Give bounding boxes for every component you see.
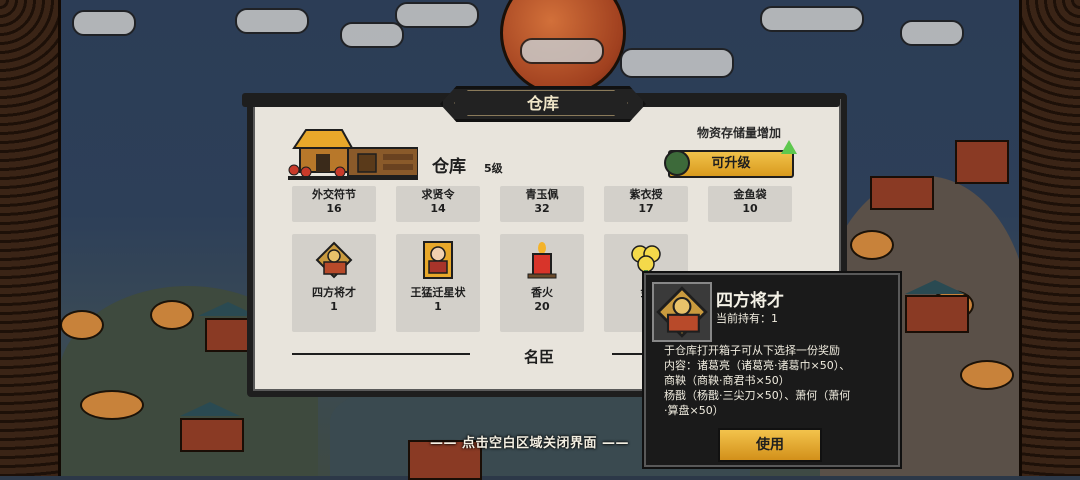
item-cell[interactable]: 外交符节 16 [292, 186, 376, 222]
item-count: 20 [534, 300, 550, 313]
warrior-scroll-icon [656, 286, 708, 338]
panel-title: 仓库 [440, 86, 646, 122]
tooltip-desc-line: ·算盘×50） [664, 404, 724, 417]
tooltip-held-count: 当前持有：1 [716, 312, 778, 325]
item-name: 外交符节 [312, 188, 356, 201]
item-name: 金鱼袋 [733, 188, 767, 201]
roof-decoration [905, 280, 965, 294]
item-cell-selected[interactable]: 四方将才 1 [292, 234, 376, 332]
capacity-increase-text: 物资存储量增加 [697, 126, 782, 140]
item-name: 四方将才 [312, 286, 356, 299]
item-cell[interactable]: 青玉佩 32 [500, 186, 584, 222]
portrait-card-icon [423, 241, 453, 279]
tooltip-desc-line: 商鞅（商鞅·商君书×50） [664, 374, 790, 387]
building-decoration [180, 418, 244, 452]
left-ornamental-frame [0, 0, 61, 476]
item-name: 青玉佩 [525, 188, 559, 201]
arrow-up-icon [781, 140, 797, 154]
item-count: 17 [638, 202, 654, 215]
warehouse-name: 仓库 [432, 157, 466, 177]
item-cell[interactable]: 求贤令 14 [396, 186, 480, 222]
right-ornamental-frame [1019, 0, 1080, 476]
tree-decoration [60, 310, 104, 340]
cloud-decoration [340, 22, 404, 48]
item-cell[interactable]: 王猛迁星状 1 [396, 234, 480, 332]
cloud-decoration [520, 38, 604, 64]
section-label: 名臣 [524, 348, 555, 366]
item-cell[interactable]: 香火 20 [500, 234, 584, 332]
tooltip-item-icon-box [652, 282, 712, 342]
red-candle-icon [527, 242, 557, 279]
item-name: 王猛迁星状 [410, 286, 466, 299]
warehouse-building-icon [288, 129, 418, 180]
item-count: 16 [326, 202, 342, 215]
item-cell[interactable]: 紫衣授 17 [604, 186, 688, 222]
tree-decoration [960, 360, 1014, 390]
tooltip-description: 于仓库打开箱子可从下选择一份奖励 内容：诸葛亮（诸葛亮·诸葛巾×50）、 商鞅（… [664, 343, 890, 418]
item-name: 紫衣授 [629, 188, 663, 201]
tooltip-desc-line: 杨戬（杨戬·三尖刀×50）、萧何（萧何 [664, 389, 851, 402]
section-divider-left [292, 353, 470, 355]
tooltip-desc-line: 内容：诸葛亮（诸葛亮·诸葛巾×50）、 [664, 359, 851, 372]
item-count: 32 [534, 202, 550, 215]
use-button[interactable]: 使用 [718, 428, 822, 462]
tree-decoration [150, 300, 194, 330]
building-decoration [955, 140, 1009, 184]
tooltip-desc-line: 于仓库打开箱子可从下选择一份奖励 [664, 344, 840, 357]
warehouse-level: 5级 [484, 162, 503, 175]
tree-decoration [80, 390, 144, 420]
building-decoration [870, 176, 934, 210]
cloud-decoration [760, 6, 864, 32]
close-hint-text: —— 点击空白区域关闭界面 —— [430, 436, 630, 451]
item-count: 10 [742, 202, 758, 215]
item-name: 求贤令 [421, 188, 455, 201]
cloud-decoration [620, 48, 734, 78]
item-count: 1 [434, 300, 442, 313]
item-name: 香火 [531, 286, 553, 299]
item-count: 14 [430, 202, 446, 215]
roof-decoration [180, 402, 240, 416]
item-cell[interactable]: 金鱼袋 10 [708, 186, 792, 222]
tree-decoration [850, 230, 894, 260]
cloud-decoration [395, 2, 479, 28]
tooltip-title: 四方将才 [716, 291, 784, 311]
building-decoration [905, 295, 969, 333]
item-count: 1 [330, 300, 338, 313]
cloud-decoration [235, 8, 309, 34]
cloud-decoration [900, 20, 964, 46]
warrior-scroll-icon [315, 241, 353, 279]
cloud-decoration [72, 10, 136, 36]
coin-icon [664, 150, 690, 176]
